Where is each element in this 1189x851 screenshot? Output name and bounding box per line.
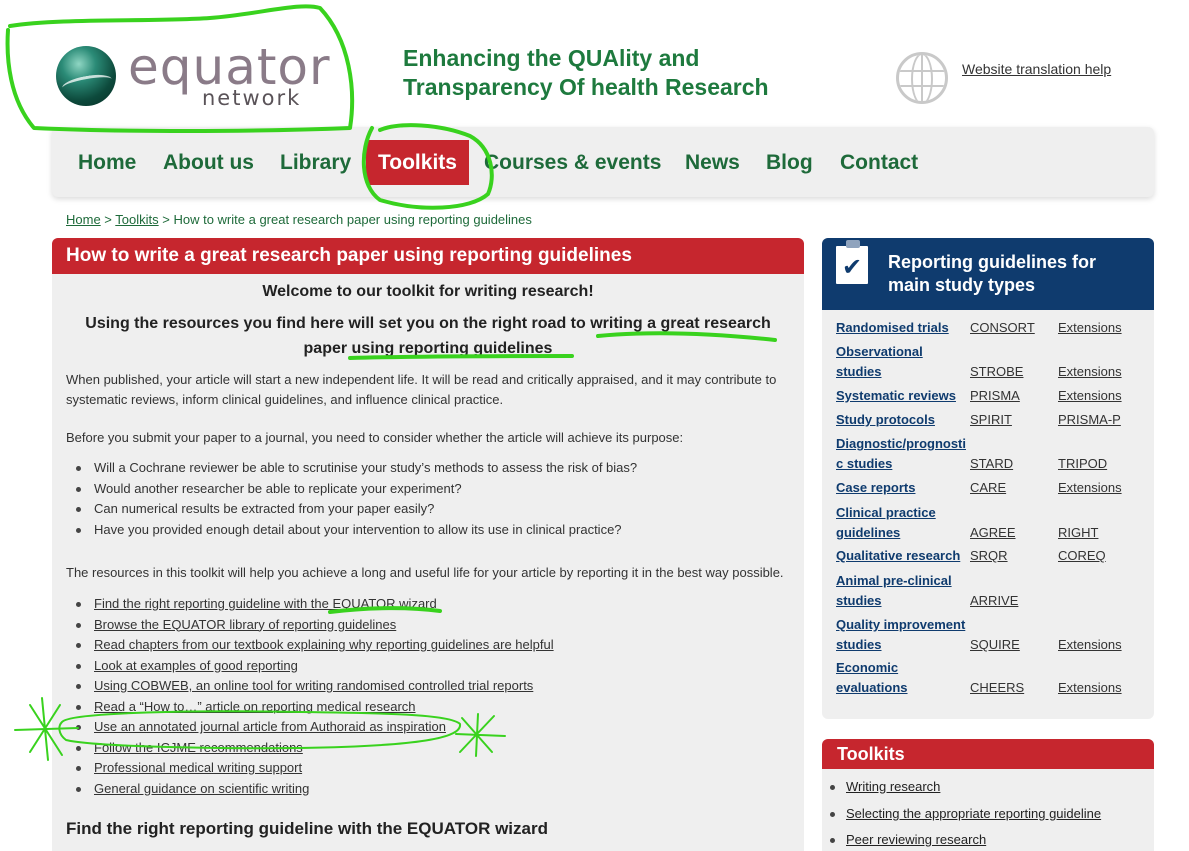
resources-paragraph: The resources in this toolkit will help … — [66, 565, 784, 580]
guideline-link[interactable]: SPIRIT — [970, 410, 1012, 430]
list-item: Peer reviewing research — [830, 830, 1101, 851]
logo-subtitle: network — [202, 86, 302, 110]
resource-link-wizard[interactable]: Find the right reporting guideline with … — [94, 596, 437, 611]
list-item: Follow the ICJME recommendations — [76, 738, 554, 759]
guideline-extension-link[interactable]: PRISMA-P — [1058, 410, 1121, 430]
study-type-link[interactable]: Qualitative research — [836, 546, 968, 566]
toolkits-title: Toolkits — [822, 739, 1154, 769]
welcome-heading: Welcome to our toolkit for writing resea… — [262, 283, 594, 300]
nav-toolkits[interactable]: Toolkits — [366, 140, 469, 185]
guideline-link[interactable]: AGREE — [970, 523, 1016, 543]
wizard-section-heading: Find the right reporting guideline with … — [66, 819, 548, 838]
purpose-paragraph: Before you submit your paper to a journa… — [66, 430, 684, 445]
page-title: How to write a great research paper usin… — [52, 238, 804, 274]
resource-link-general-guidance[interactable]: General guidance on scientific writing — [94, 781, 309, 796]
list-item: Read a “How to…” article on reporting me… — [76, 697, 554, 718]
list-item: Can numerical results be extracted from … — [76, 499, 637, 520]
resource-link-authoraid[interactable]: Use an annotated journal article from Au… — [94, 719, 446, 734]
study-type-link[interactable]: Study protocols — [836, 410, 968, 430]
breadcrumb-toolkits[interactable]: Toolkits — [115, 212, 158, 227]
list-item: Would another researcher be able to repl… — [76, 479, 637, 500]
resource-link-how-to[interactable]: Read a “How to…” article on reporting me… — [94, 699, 416, 714]
translation-globe-icon[interactable] — [896, 52, 948, 104]
list-item: Use an annotated journal article from Au… — [76, 717, 554, 738]
nav-courses-events[interactable]: Courses & events — [472, 140, 673, 185]
list-item: Will a Cochrane reviewer be able to scru… — [76, 458, 637, 479]
guideline-extension-link[interactable]: Extensions — [1058, 635, 1122, 655]
list-item: Have you provided enough detail about yo… — [76, 520, 637, 541]
site-tagline: Enhancing the QUAlity and Transparency O… — [403, 45, 769, 100]
intro-statement: Using the resources you find here will s… — [85, 315, 771, 357]
reporting-guidelines-header: Reporting guidelines for main study type… — [822, 238, 1154, 310]
reporting-guidelines-panel: Reporting guidelines for main study type… — [822, 238, 1154, 719]
intro-paragraph: When published, your article will start … — [66, 372, 777, 407]
list-item: Read chapters from our textbook explaini… — [76, 635, 554, 656]
guideline-extension-link[interactable]: RIGHT — [1058, 523, 1098, 543]
nav-library[interactable]: Library — [268, 140, 363, 185]
breadcrumb-current: How to write a great research paper usin… — [173, 212, 532, 227]
study-type-link[interactable]: Systematic reviews — [836, 386, 968, 406]
resource-link-writing-support[interactable]: Professional medical writing support — [94, 760, 302, 775]
study-type-link[interactable]: Animal pre-clinical studies — [836, 571, 968, 611]
globe-logo-icon — [56, 46, 116, 106]
guideline-link[interactable]: CONSORT — [970, 318, 1035, 338]
nav-about-us[interactable]: About us — [151, 140, 266, 185]
toolkits-panel: Toolkits Writing research Selecting the … — [822, 739, 1154, 851]
resource-link-examples[interactable]: Look at examples of good reporting — [94, 658, 298, 673]
nav-home[interactable]: Home — [66, 140, 148, 185]
guideline-link[interactable]: CARE — [970, 478, 1006, 498]
breadcrumb-home[interactable]: Home — [66, 212, 101, 227]
toolkit-link-peer-review[interactable]: Peer reviewing research — [846, 832, 986, 847]
nav-contact[interactable]: Contact — [828, 140, 930, 185]
toolkits-list: Writing research Selecting the appropria… — [830, 777, 1101, 851]
nav-news[interactable]: News — [673, 140, 752, 185]
resource-links: Find the right reporting guideline with … — [76, 594, 554, 799]
list-item: Selecting the appropriate reporting guid… — [830, 804, 1101, 831]
guideline-extension-link[interactable]: COREQ — [1058, 546, 1106, 566]
guideline-link[interactable]: STARD — [970, 454, 1013, 474]
list-item: Writing research — [830, 777, 1101, 804]
guideline-link[interactable]: SRQR — [970, 546, 1008, 566]
guideline-extension-link[interactable]: Extensions — [1058, 678, 1122, 698]
equator-logo[interactable]: equator network — [52, 36, 342, 116]
list-item: Look at examples of good reporting — [76, 656, 554, 677]
guideline-extension-link[interactable]: Extensions — [1058, 318, 1122, 338]
nav-blog[interactable]: Blog — [754, 140, 825, 185]
translation-help-link[interactable]: Website translation help — [962, 61, 1111, 77]
study-type-link[interactable]: Quality improvement studies — [836, 615, 968, 655]
list-item: Browse the EQUATOR library of reporting … — [76, 615, 554, 636]
toolkit-link-selecting[interactable]: Selecting the appropriate reporting guid… — [846, 806, 1101, 821]
study-type-link[interactable]: Clinical practice guidelines — [836, 503, 968, 543]
list-item: Find the right reporting guideline with … — [76, 594, 554, 615]
list-item: Using COBWEB, an online tool for writing… — [76, 676, 554, 697]
study-type-link[interactable]: Case reports — [836, 478, 968, 498]
list-item: General guidance on scientific writing — [76, 779, 554, 800]
guideline-extension-link[interactable]: Extensions — [1058, 386, 1122, 406]
main-nav: Home About us Library Toolkits Courses &… — [52, 127, 1154, 197]
guideline-extension-link[interactable]: Extensions — [1058, 478, 1122, 498]
question-list: Will a Cochrane reviewer be able to scru… — [76, 458, 637, 540]
resource-link-icjme[interactable]: Follow the ICJME recommendations — [94, 740, 303, 755]
clipboard-check-icon — [834, 240, 870, 286]
guideline-link[interactable]: PRISMA — [970, 386, 1020, 406]
guideline-link[interactable]: ARRIVE — [970, 591, 1018, 611]
resource-link-cobweb[interactable]: Using COBWEB, an online tool for writing… — [94, 678, 533, 693]
study-type-link[interactable]: Diagnostic/prognosti c studies — [836, 434, 968, 474]
guideline-link[interactable]: SQUIRE — [970, 635, 1020, 655]
resource-link-library[interactable]: Browse the EQUATOR library of reporting … — [94, 617, 396, 632]
study-type-link[interactable]: Economic evaluations — [836, 658, 968, 698]
guideline-link[interactable]: CHEERS — [970, 678, 1024, 698]
resource-link-textbook[interactable]: Read chapters from our textbook explaini… — [94, 637, 554, 652]
reporting-guidelines-title: Reporting guidelines for main study type… — [888, 252, 1097, 295]
main-content-panel: How to write a great research paper usin… — [52, 238, 804, 851]
guideline-extension-link[interactable]: Extensions — [1058, 362, 1122, 382]
breadcrumb: Home > Toolkits > How to write a great r… — [66, 212, 532, 227]
list-item: Professional medical writing support — [76, 758, 554, 779]
guideline-link[interactable]: STROBE — [970, 362, 1023, 382]
guideline-extension-link[interactable]: TRIPOD — [1058, 454, 1107, 474]
study-type-link[interactable]: Randomised trials — [836, 318, 968, 338]
study-type-link[interactable]: Observational studies — [836, 342, 968, 382]
toolkit-link-writing[interactable]: Writing research — [846, 779, 940, 794]
